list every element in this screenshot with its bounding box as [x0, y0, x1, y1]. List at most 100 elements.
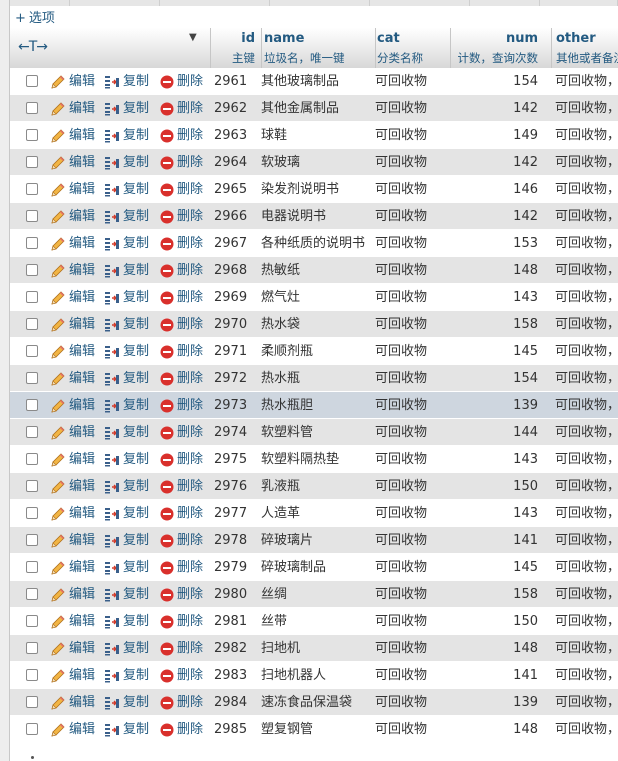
delete-button[interactable]: 删除 — [160, 446, 203, 473]
row-checkbox[interactable] — [26, 615, 38, 627]
row-checkbox[interactable] — [26, 426, 38, 438]
column-title[interactable]: cat — [377, 31, 400, 46]
column-title[interactable]: id — [241, 31, 255, 46]
copy-button[interactable]: 复制 — [104, 230, 149, 257]
table-row[interactable]: 编辑 复制 删除 2983 扫地机器人 可回收物 141 可回收物， — [10, 662, 618, 689]
row-checkbox[interactable] — [26, 129, 38, 141]
row-checkbox[interactable] — [26, 318, 38, 330]
row-checkbox[interactable] — [26, 183, 38, 195]
row-checkbox[interactable] — [26, 372, 38, 384]
delete-button[interactable]: 删除 — [160, 68, 203, 95]
table-row[interactable]: 编辑 复制 删除 2972 热水瓶 可回收物 154 可回收物， — [10, 365, 618, 392]
column-resize-icon[interactable]: ←T→ — [18, 39, 48, 55]
table-row[interactable]: 编辑 复制 删除 2973 热水瓶胆 可回收物 139 可回收物， — [10, 392, 618, 419]
edit-button[interactable]: 编辑 — [50, 68, 95, 95]
copy-button[interactable]: 复制 — [104, 338, 149, 365]
table-row[interactable]: 编辑 复制 删除 2962 其他金属制品 可回收物 142 可回收物， — [10, 95, 618, 122]
column-header-cat[interactable]: cat 分类名称 — [375, 28, 450, 68]
table-row[interactable]: 编辑 复制 删除 2961 其他玻璃制品 可回收物 154 可回收物， — [10, 68, 618, 95]
edit-button[interactable]: 编辑 — [50, 527, 95, 554]
copy-button[interactable]: 复制 — [104, 149, 149, 176]
copy-button[interactable]: 复制 — [104, 257, 149, 284]
edit-button[interactable]: 编辑 — [50, 95, 95, 122]
delete-button[interactable]: 删除 — [160, 716, 203, 743]
table-row[interactable]: 编辑 复制 删除 2980 丝绸 可回收物 158 可回收物， — [10, 581, 618, 608]
column-title[interactable]: num — [506, 31, 538, 46]
row-checkbox[interactable] — [26, 156, 38, 168]
copy-button[interactable]: 复制 — [104, 392, 149, 419]
delete-button[interactable]: 删除 — [160, 122, 203, 149]
edit-button[interactable]: 编辑 — [50, 392, 95, 419]
copy-button[interactable]: 复制 — [104, 473, 149, 500]
delete-button[interactable]: 删除 — [160, 311, 203, 338]
row-checkbox[interactable] — [26, 561, 38, 573]
delete-button[interactable]: 删除 — [160, 662, 203, 689]
table-row[interactable]: 编辑 复制 删除 2977 人造革 可回收物 143 可回收物， — [10, 500, 618, 527]
row-checkbox[interactable] — [26, 507, 38, 519]
copy-button[interactable]: 复制 — [104, 95, 149, 122]
edit-button[interactable]: 编辑 — [50, 635, 95, 662]
delete-button[interactable]: 删除 — [160, 608, 203, 635]
table-row[interactable]: 编辑 复制 删除 2982 扫地机 可回收物 148 可回收物， — [10, 635, 618, 662]
delete-button[interactable]: 删除 — [160, 176, 203, 203]
table-row[interactable]: 编辑 复制 删除 2968 热敏纸 可回收物 148 可回收物， — [10, 257, 618, 284]
options-toggle[interactable]: + 选项 — [15, 10, 55, 28]
delete-button[interactable]: 删除 — [160, 500, 203, 527]
edit-button[interactable]: 编辑 — [50, 608, 95, 635]
row-checkbox[interactable] — [26, 75, 38, 87]
delete-button[interactable]: 删除 — [160, 554, 203, 581]
edit-button[interactable]: 编辑 — [50, 716, 95, 743]
edit-button[interactable]: 编辑 — [50, 365, 95, 392]
copy-button[interactable]: 复制 — [104, 716, 149, 743]
row-checkbox[interactable] — [26, 723, 38, 735]
row-checkbox[interactable] — [26, 588, 38, 600]
row-checkbox[interactable] — [26, 210, 38, 222]
column-title[interactable]: name — [264, 31, 304, 46]
delete-button[interactable]: 删除 — [160, 149, 203, 176]
edit-button[interactable]: 编辑 — [50, 500, 95, 527]
edit-button[interactable]: 编辑 — [50, 122, 95, 149]
delete-button[interactable]: 删除 — [160, 284, 203, 311]
delete-button[interactable]: 删除 — [160, 392, 203, 419]
edit-button[interactable]: 编辑 — [50, 257, 95, 284]
table-row[interactable]: 编辑 复制 删除 2969 燃气灶 可回收物 143 可回收物， — [10, 284, 618, 311]
delete-button[interactable]: 删除 — [160, 581, 203, 608]
copy-button[interactable]: 复制 — [104, 419, 149, 446]
copy-button[interactable]: 复制 — [104, 176, 149, 203]
edit-button[interactable]: 编辑 — [50, 230, 95, 257]
delete-button[interactable]: 删除 — [160, 365, 203, 392]
edit-button[interactable]: 编辑 — [50, 473, 95, 500]
copy-button[interactable]: 复制 — [104, 203, 149, 230]
delete-button[interactable]: 删除 — [160, 257, 203, 284]
column-title[interactable]: other — [556, 31, 596, 46]
delete-button[interactable]: 删除 — [160, 635, 203, 662]
row-checkbox[interactable] — [26, 237, 38, 249]
table-row[interactable]: 编辑 复制 删除 2985 塑复钢管 可回收物 148 可回收物， — [10, 716, 618, 743]
row-checkbox[interactable] — [26, 696, 38, 708]
edit-button[interactable]: 编辑 — [50, 149, 95, 176]
row-checkbox[interactable] — [26, 534, 38, 546]
copy-button[interactable]: 复制 — [104, 68, 149, 95]
copy-button[interactable]: 复制 — [104, 365, 149, 392]
edit-button[interactable]: 编辑 — [50, 554, 95, 581]
row-checkbox[interactable] — [26, 453, 38, 465]
copy-button[interactable]: 复制 — [104, 527, 149, 554]
copy-button[interactable]: 复制 — [104, 581, 149, 608]
table-row[interactable]: 编辑 复制 删除 2970 热水袋 可回收物 158 可回收物， — [10, 311, 618, 338]
row-checkbox[interactable] — [26, 480, 38, 492]
column-header-other[interactable]: other 其他或者备注 — [551, 28, 618, 68]
edit-button[interactable]: 编辑 — [50, 176, 95, 203]
delete-button[interactable]: 删除 — [160, 230, 203, 257]
table-row[interactable]: 编辑 复制 删除 2967 各种纸质的说明书 可回收物 153 可回收物， — [10, 230, 618, 257]
table-row[interactable]: 编辑 复制 删除 2964 软玻璃 可回收物 142 可回收物， — [10, 149, 618, 176]
edit-button[interactable]: 编辑 — [50, 581, 95, 608]
row-checkbox[interactable] — [26, 399, 38, 411]
row-checkbox[interactable] — [26, 669, 38, 681]
edit-button[interactable]: 编辑 — [50, 419, 95, 446]
copy-button[interactable]: 复制 — [104, 500, 149, 527]
table-row[interactable]: 编辑 复制 删除 2965 染发剂说明书 可回收物 146 可回收物， — [10, 176, 618, 203]
delete-button[interactable]: 删除 — [160, 203, 203, 230]
column-header-num[interactable]: num 计数，查询次数 — [450, 28, 541, 68]
copy-button[interactable]: 复制 — [104, 635, 149, 662]
table-row[interactable]: 编辑 复制 删除 2981 丝带 可回收物 150 可回收物， — [10, 608, 618, 635]
